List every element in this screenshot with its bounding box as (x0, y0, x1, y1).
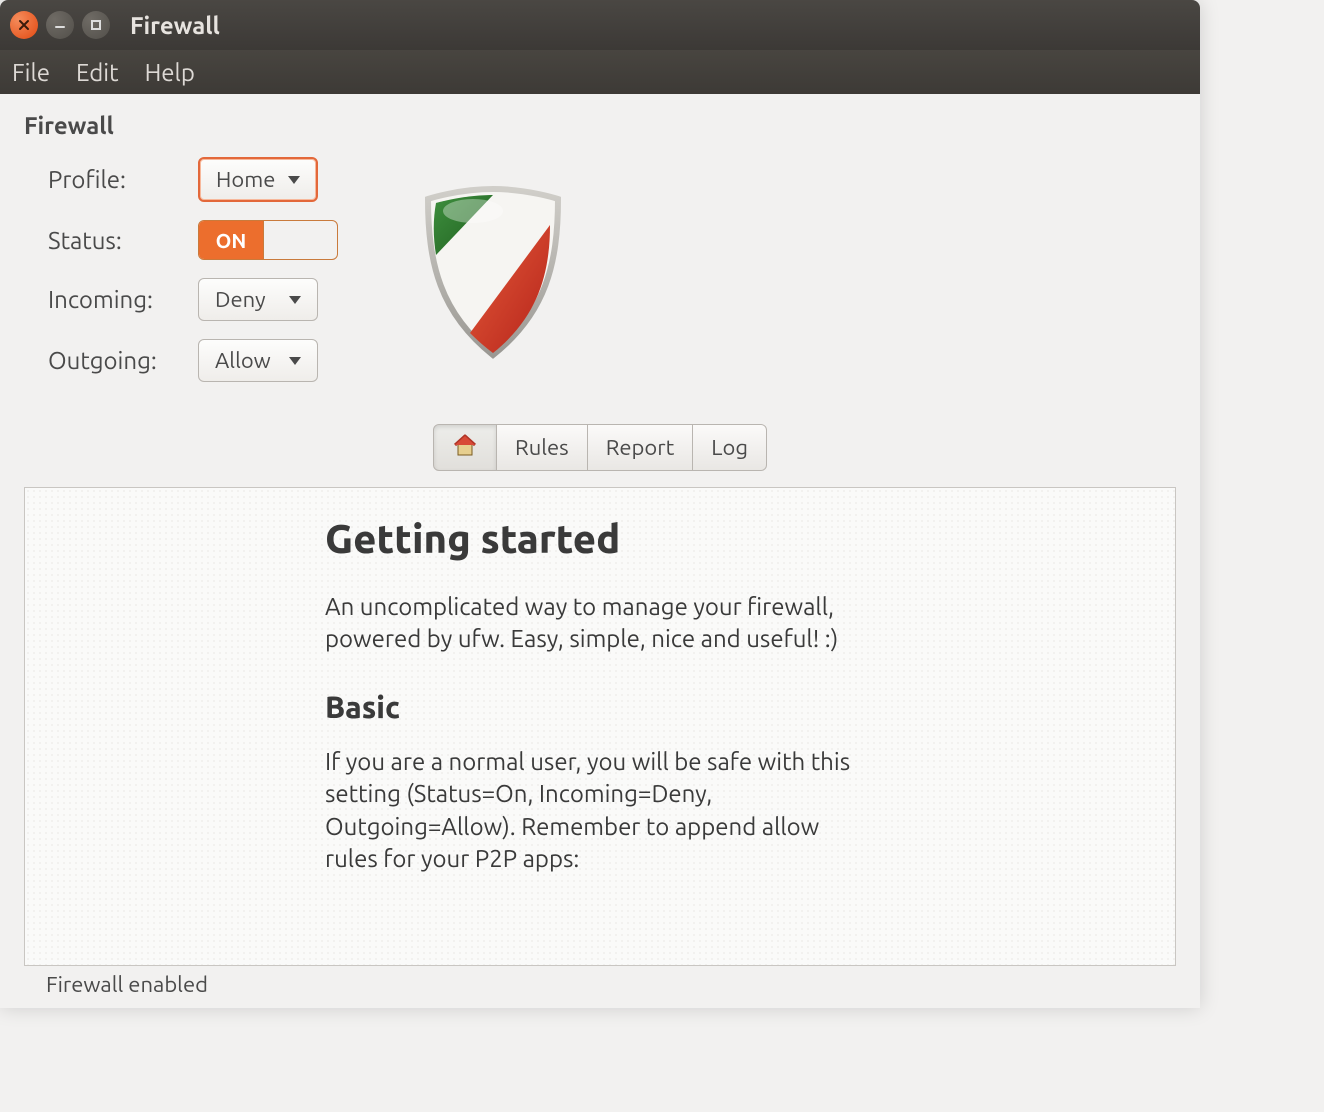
doc-heading: Getting started (325, 516, 875, 561)
row-profile: Profile: Home (24, 157, 338, 202)
menu-edit[interactable]: Edit (76, 59, 119, 86)
maximize-icon[interactable] (82, 11, 110, 39)
outgoing-dropdown[interactable]: Allow (198, 339, 318, 382)
minimize-icon[interactable] (46, 11, 74, 39)
tab-log[interactable]: Log (692, 424, 767, 471)
window-controls (10, 11, 110, 39)
incoming-label: Incoming: (48, 286, 198, 313)
outgoing-value: Allow (215, 348, 271, 373)
tab-home[interactable] (433, 424, 497, 471)
tab-rules[interactable]: Rules (496, 424, 588, 471)
shield-icon (418, 157, 568, 367)
doc-intro: An uncomplicated way to manage your fire… (325, 591, 875, 656)
application-window: Firewall File Edit Help Firewall Profile… (0, 0, 1200, 1008)
settings-form: Profile: Home Status: ON Incoming: (24, 157, 338, 400)
doc-panel[interactable]: Getting started An uncomplicated way to … (24, 487, 1176, 966)
tab-report[interactable]: Report (587, 424, 694, 471)
status-toggle[interactable]: ON (198, 220, 338, 260)
chevron-down-icon (289, 357, 301, 365)
row-incoming: Incoming: Deny (24, 278, 338, 321)
chevron-down-icon (289, 296, 301, 304)
section-heading: Firewall (24, 112, 1176, 139)
menubar: File Edit Help (0, 50, 1200, 94)
home-icon (452, 433, 478, 462)
close-icon[interactable] (10, 11, 38, 39)
settings-and-shield: Profile: Home Status: ON Incoming: (24, 157, 1176, 400)
menu-file[interactable]: File (12, 59, 50, 86)
titlebar[interactable]: Firewall (0, 0, 1200, 50)
window-title: Firewall (130, 12, 220, 39)
profile-dropdown[interactable]: Home (198, 157, 318, 202)
incoming-dropdown[interactable]: Deny (198, 278, 318, 321)
row-status: Status: ON (24, 220, 338, 260)
incoming-value: Deny (215, 287, 266, 312)
status-value: ON (199, 221, 264, 259)
content-area: Firewall Profile: Home Status: ON (0, 94, 1200, 1008)
chevron-down-icon (288, 176, 300, 184)
tab-log-label: Log (711, 435, 748, 460)
statusbar: Firewall enabled (24, 966, 1176, 1008)
profile-label: Profile: (48, 166, 198, 193)
profile-value: Home (216, 167, 275, 192)
tabbar: Rules Report Log (24, 424, 1176, 471)
tab-rules-label: Rules (515, 435, 569, 460)
outgoing-label: Outgoing: (48, 347, 198, 374)
tab-report-label: Report (606, 435, 675, 460)
status-text: Firewall enabled (46, 972, 208, 997)
status-label: Status: (48, 227, 198, 254)
doc-subheading-basic: Basic (325, 690, 875, 724)
menu-help[interactable]: Help (145, 59, 195, 86)
doc-basic-text: If you are a normal user, you will be sa… (325, 746, 875, 876)
row-outgoing: Outgoing: Allow (24, 339, 338, 382)
